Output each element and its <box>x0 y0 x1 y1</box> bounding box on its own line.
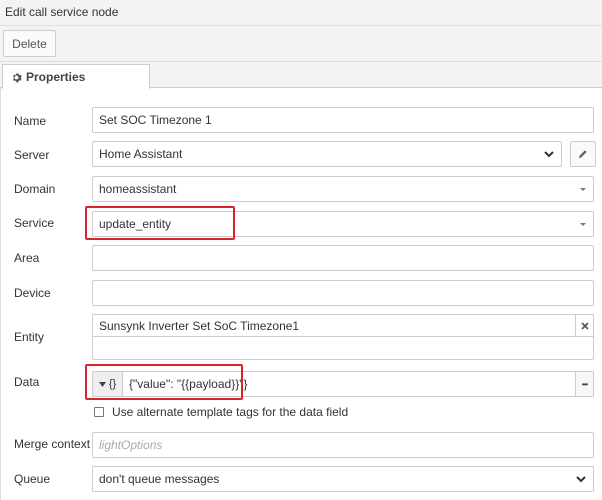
dialog-title: Edit call service node <box>5 5 119 19</box>
entity-tag: Sunsynk Inverter Set SoC Timezone1 <box>93 315 593 337</box>
close-icon <box>580 322 589 330</box>
name-label: Name <box>14 114 47 128</box>
caret-down-icon <box>580 188 586 191</box>
json-type-icon: {} <box>108 378 117 390</box>
caret-down-icon <box>98 381 106 387</box>
service-input[interactable]: update_entity <box>92 211 594 237</box>
entity-label: Entity <box>14 330 45 344</box>
tab-properties-label: Properties <box>26 70 86 84</box>
entity-input[interactable]: Sunsynk Inverter Set SoC Timezone1 <box>92 314 594 360</box>
properties-panel: Name Set SOC Timezone 1 Server Home Assi… <box>0 88 602 500</box>
device-input[interactable] <box>92 280 594 306</box>
gear-icon <box>12 72 22 82</box>
queue-label: Queue <box>14 472 51 486</box>
dialog-header: Edit call service node <box>0 0 602 26</box>
area-input[interactable] <box>92 245 594 271</box>
dialog-toolbar: Delete <box>0 26 602 62</box>
service-label: Service <box>14 216 55 230</box>
data-label: Data <box>14 375 40 389</box>
entity-value: Sunsynk Inverter Set SoC Timezone1 <box>99 318 300 333</box>
domain-label: Domain <box>14 182 56 196</box>
caret-down-icon <box>580 223 586 226</box>
tab-properties[interactable]: Properties <box>2 64 150 89</box>
server-label: Server <box>14 148 50 162</box>
queue-select[interactable]: don't queue messages <box>92 466 594 492</box>
data-input[interactable]: {} {"value": "{{payload}}"} ••• <box>92 371 594 397</box>
expand-editor-button[interactable]: ••• <box>575 372 593 396</box>
service-value: update_entity <box>99 217 172 231</box>
edit-server-button[interactable] <box>570 141 596 167</box>
data-type-selector[interactable]: {} <box>93 372 123 396</box>
domain-input[interactable]: homeassistant <box>92 176 594 202</box>
area-label: Area <box>14 251 40 265</box>
queue-value: don't queue messages <box>99 472 220 486</box>
chevron-down-icon <box>544 151 554 158</box>
merge-context-input[interactable]: lightOptions <box>92 432 594 458</box>
remove-entity-button[interactable] <box>575 315 593 337</box>
domain-value: homeassistant <box>99 182 177 196</box>
tab-bar: Properties <box>0 62 602 89</box>
device-label: Device <box>14 286 51 300</box>
alt-tags-label: Use alternate template tags for the data… <box>112 405 349 419</box>
alt-tags-checkbox[interactable] <box>94 407 104 417</box>
server-value: Home Assistant <box>99 147 183 161</box>
delete-button[interactable]: Delete <box>3 30 56 57</box>
data-value: {"value": "{{payload}}"} <box>129 377 248 391</box>
name-input[interactable]: Set SOC Timezone 1 <box>92 107 594 133</box>
server-select[interactable]: Home Assistant <box>92 141 562 167</box>
chevron-down-icon <box>576 476 586 483</box>
merge-context-label: Merge context <box>14 437 91 451</box>
pencil-icon <box>579 150 587 158</box>
